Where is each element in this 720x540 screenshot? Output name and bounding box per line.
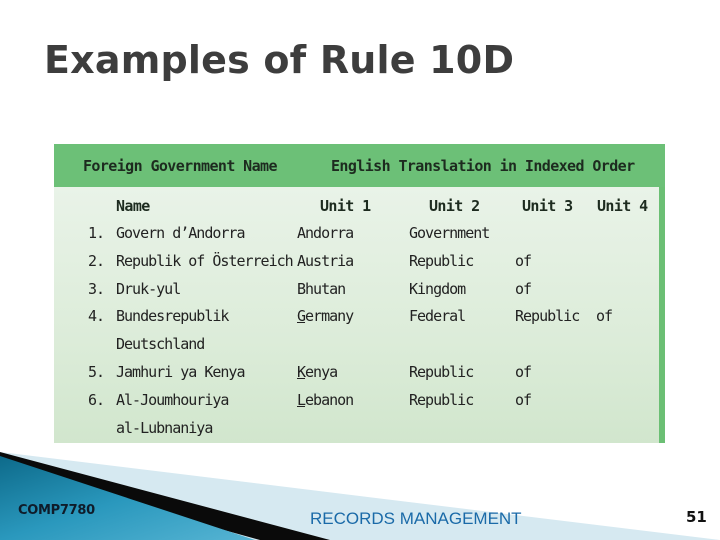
cell-name: Bundesrepublik xyxy=(116,307,229,326)
cell-name: Al-Joumhouriya xyxy=(116,390,229,409)
cell-unit-1: Kenya xyxy=(297,363,338,381)
row-number: 4. xyxy=(88,307,105,326)
cell-name: Jamhuri ya Kenya xyxy=(116,363,245,381)
cell-unit-1: Bhutan xyxy=(297,279,346,298)
cell-name: Republik of Österreich xyxy=(116,251,294,270)
table-body: Name Unit 1 Unit 2 Unit 3 Unit 4 1. Gover… xyxy=(54,187,659,443)
cell-unit-3: of xyxy=(515,251,532,270)
cell-unit-4: of xyxy=(596,307,613,326)
cell-unit-2: Republic xyxy=(409,390,474,409)
slide-title: Examples of Rule 10D xyxy=(44,38,515,82)
slide: Examples of Rule 10D Foreign Government … xyxy=(0,0,720,540)
cell-unit-3: of xyxy=(515,279,532,298)
header-foreign-government-name: Foreign Government Name xyxy=(83,157,278,175)
cell-name: Druk-yul xyxy=(116,279,181,298)
column-header-unit-1: Unit 1 xyxy=(320,197,371,215)
cell-unit-3: of xyxy=(515,363,532,381)
cell-name: Govern d’Andorra xyxy=(116,224,245,242)
page-number: 51 xyxy=(686,508,707,526)
cell-name: Deutschland xyxy=(116,335,205,354)
cell-unit-2: Federal xyxy=(409,307,466,326)
row-number: 1. xyxy=(88,224,105,242)
cell-unit-1: Lebanon xyxy=(297,390,354,409)
cell-unit-1: Andorra xyxy=(297,224,354,242)
cell-name: al-Lubnaniya xyxy=(116,418,213,437)
column-header-unit-4: Unit 4 xyxy=(597,197,648,215)
row-number: 3. xyxy=(88,279,105,298)
cell-unit-2: Government xyxy=(409,224,490,242)
footer-course-name: RECORDS MANAGEMENT xyxy=(310,509,522,528)
cell-unit-2: Republic xyxy=(409,363,474,381)
rule-table: Foreign Government Name English Translat… xyxy=(54,144,665,443)
header-english-translation: English Translation in Indexed Order xyxy=(331,157,635,175)
cell-unit-3: Republic xyxy=(515,307,580,326)
cell-unit-2: Republic xyxy=(409,251,474,270)
column-header-unit-3: Unit 3 xyxy=(522,197,573,215)
row-number: 2. xyxy=(88,251,105,270)
cell-unit-2: Kingdom xyxy=(409,279,466,298)
cell-unit-1: Germany xyxy=(297,307,354,326)
footer-course-code: COMP7780 xyxy=(18,503,95,518)
column-header-name: Name xyxy=(116,197,150,215)
cell-unit-3: of xyxy=(515,390,532,409)
table-header: Foreign Government Name English Translat… xyxy=(54,144,665,187)
column-header-unit-2: Unit 2 xyxy=(429,197,480,215)
cell-unit-1: Austria xyxy=(297,251,354,270)
row-number: 5. xyxy=(88,363,105,381)
row-number: 6. xyxy=(88,390,105,409)
